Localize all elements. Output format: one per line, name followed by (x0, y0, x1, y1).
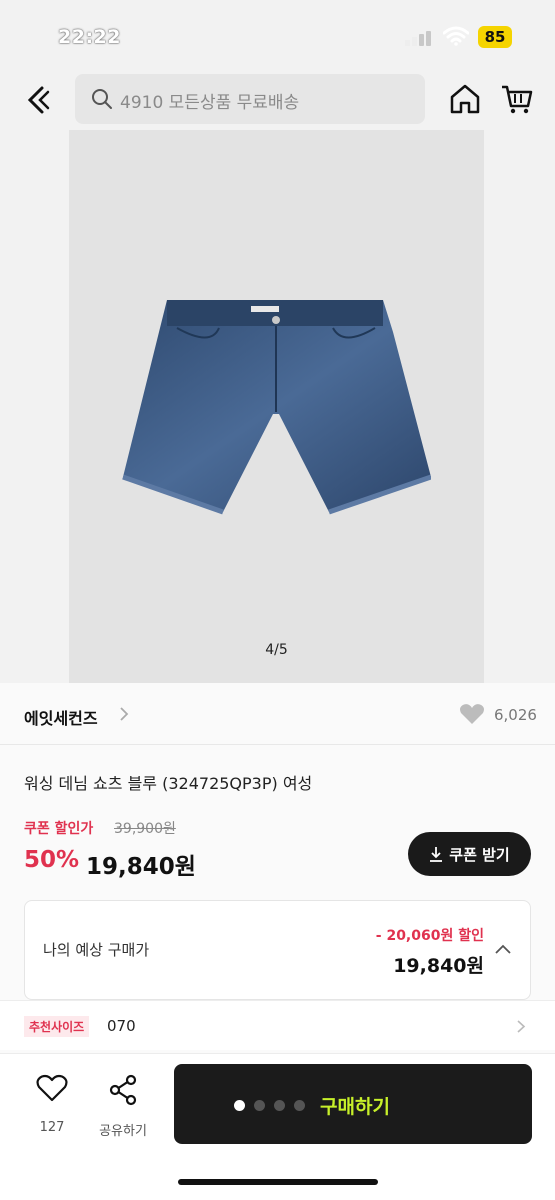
coupon-download-button[interactable]: 쿠폰 받기 (408, 832, 531, 876)
image-counter: 4/5 (265, 642, 288, 658)
product-title: 워싱 데님 쇼츠 블루 (324725QP3P) 여성 (24, 774, 313, 793)
expected-discount: - 20,060원 할인 (375, 928, 484, 944)
share-button-label: 공유하기 (99, 1124, 147, 1139)
like-button-count: 127 (39, 1120, 65, 1135)
coupon-price-label: 쿠폰 할인가 (24, 821, 94, 837)
heart-outline-icon (36, 1074, 68, 1102)
status-time: 22:22 (58, 26, 121, 48)
top-nav: 4910 모든상품 무료배송 (0, 70, 555, 128)
product-image[interactable]: 4/5 (69, 130, 484, 683)
recommended-size-tag: 추천사이즈 (24, 1016, 90, 1037)
brand-row[interactable]: 에잇세컨즈 6,026 (0, 683, 555, 745)
discount-rate: 50% (24, 847, 80, 873)
signal-icon (405, 30, 435, 46)
search-icon (92, 89, 112, 109)
chevron-right-icon (517, 1020, 526, 1033)
sale-price: 19,840원 (86, 854, 196, 880)
back-icon[interactable] (22, 82, 58, 118)
like-button[interactable]: 127 (30, 1074, 74, 1140)
denim-shorts-image (122, 300, 431, 515)
search-placeholder: 4910 모든상품 무료배송 (120, 93, 300, 113)
recommended-size-value: 070 (107, 1017, 136, 1035)
home-icon[interactable] (448, 82, 482, 116)
buy-button-label: 구매하기 (320, 1096, 390, 1118)
product-info: 에잇세컨즈 6,026 워싱 데님 쇼츠 블루 (324725QP3P) 여성 … (0, 683, 555, 1063)
coupon-button-label: 쿠폰 받기 (449, 845, 510, 864)
recommended-size-row[interactable]: 추천사이즈 070 (0, 1000, 555, 1050)
loading-dots (234, 1100, 305, 1111)
cart-icon[interactable] (500, 82, 534, 116)
search-input[interactable]: 4910 모든상품 무료배송 (75, 74, 425, 124)
chevron-up-icon[interactable] (494, 943, 512, 955)
home-indicator (178, 1179, 378, 1185)
chevron-right-icon (120, 707, 129, 721)
original-price: 39,900원 (114, 821, 176, 837)
expected-price: 19,840원 (393, 955, 484, 977)
share-icon (109, 1074, 137, 1106)
like-count: 6,026 (494, 706, 537, 724)
heart-icon[interactable] (459, 703, 485, 725)
download-icon (430, 847, 443, 862)
expected-price-box[interactable]: 나의 예상 구매가 - 20,060원 할인 19,840원 (24, 900, 531, 1000)
bottom-action-bar: 127 공유하기 구매하기 (0, 1053, 555, 1200)
share-button[interactable]: 공유하기 (95, 1074, 151, 1140)
status-bar: 22:22 85 (0, 0, 555, 70)
brand-name[interactable]: 에잇세컨즈 (24, 705, 98, 729)
wifi-icon (443, 26, 469, 46)
battery-indicator: 85 (478, 26, 512, 48)
buy-button[interactable]: 구매하기 (174, 1064, 532, 1144)
expected-price-label: 나의 예상 구매가 (43, 941, 150, 959)
